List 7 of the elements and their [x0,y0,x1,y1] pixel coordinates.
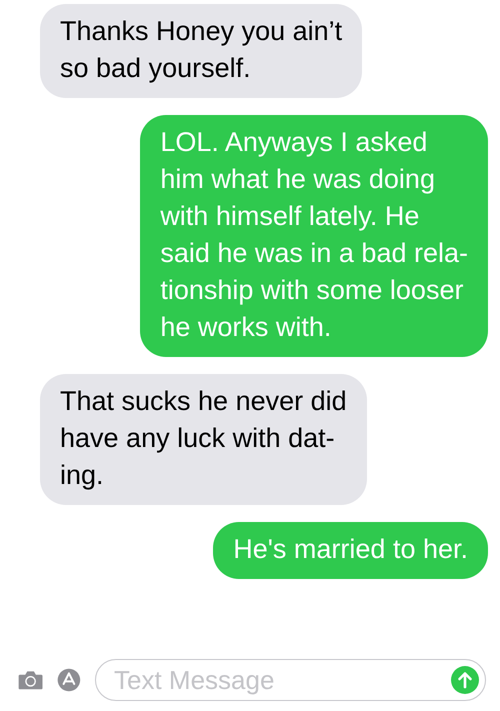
sent-message: LOL. Anyways I asked him what he was doing with himself lately. He said he was in a bad rela- tionship with some looser he works with. [140,115,488,357]
message-field[interactable]: Text Message [95,659,486,701]
send-icon[interactable] [451,666,479,694]
sent-message: He's married to her. [213,522,488,579]
message-input[interactable]: Text Message [112,664,451,696]
received-message: That sucks he never did have any luck with dat- ing. [40,374,367,505]
received-message: Thanks Honey you ain’t so bad yourself. [40,4,362,98]
